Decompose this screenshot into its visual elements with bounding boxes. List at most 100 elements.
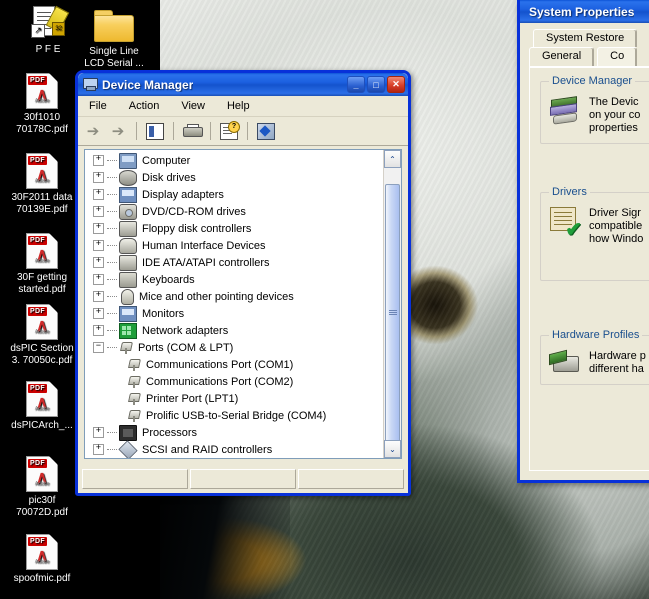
device-tree-item[interactable]: + Disk drives (85, 169, 384, 186)
tab-general[interactable]: General (529, 47, 595, 67)
expand-icon[interactable]: + (93, 206, 104, 217)
drivers-description: Driver Sigr compatible how Windo (589, 207, 644, 245)
device-tree-item-label: DVD/CD-ROM drives (142, 205, 246, 218)
toolbar-separator (136, 122, 137, 140)
scan-hardware-changes-icon[interactable] (255, 120, 277, 142)
desktop-icon-30f2011-data-70139e-pdf[interactable]: PDF ∧ Adobe 30F2011 data 70139E.pdf (2, 152, 82, 216)
pdf-icon: PDF ∧ Adobe (2, 72, 82, 110)
device-tree-item[interactable]: + Mice and other pointing devices (85, 288, 384, 305)
device-tree-item-label: Mice and other pointing devices (139, 290, 294, 303)
device-manager-titlebar[interactable]: Device Manager _ □ ✕ (78, 73, 408, 96)
device-tree-container: + Computer + Disk drives + Display adapters + D… (84, 149, 402, 459)
back-arrow-icon[interactable]: ➔ (82, 120, 104, 142)
device-tree-item[interactable]: + Keyboards (85, 271, 384, 288)
pdf-icon: PDF ∧ Adobe (2, 455, 82, 493)
desktop-icon-single-line-lcd-serial[interactable]: Single Line LCD Serial ... (74, 6, 154, 70)
device-manager-window-icon (83, 78, 98, 91)
pdf-icon: PDF ∧ Adobe (2, 380, 82, 418)
tab-row-top: System Restore (533, 29, 638, 48)
desktop-icon-30f1010-70178c-pdf[interactable]: PDF ∧ Adobe 30f1010 70178C.pdf (2, 72, 82, 136)
expand-icon[interactable]: + (93, 240, 104, 251)
minimize-button[interactable]: _ (347, 76, 365, 93)
device-manager-window[interactable]: Device Manager _ □ ✕ File Action View He… (75, 70, 411, 496)
system-properties-titlebar[interactable]: System Properties (520, 0, 649, 23)
device-tree-item[interactable]: Communications Port (COM1) (85, 356, 384, 373)
hid-icon (119, 237, 137, 254)
device-tree-item[interactable]: + Monitors (85, 305, 384, 322)
device-tree-item[interactable]: Printer Port (LPT1) (85, 390, 384, 407)
menu-action[interactable]: Action (126, 99, 163, 113)
desktop-icon-pic30f-70072d-pdf[interactable]: PDF ∧ Adobe pic30f 70072D.pdf (2, 455, 82, 519)
tab-system-restore[interactable]: System Restore (533, 29, 638, 47)
desktop-icon-label: Single Line LCD Serial ... (84, 46, 144, 69)
menu-file[interactable]: File (86, 99, 110, 113)
device-tree-item-label: Communications Port (COM1) (146, 358, 294, 371)
update-driver-icon[interactable]: ? (218, 120, 240, 142)
scrollbar-thumb[interactable] (385, 184, 400, 442)
collapse-icon[interactable]: − (93, 342, 104, 353)
expand-icon[interactable]: + (93, 189, 104, 200)
tree-connector (107, 278, 117, 281)
desktop-icon-30f-getting-started-pdf[interactable]: PDF ∧ Adobe 30F getting started.pdf (2, 232, 82, 296)
device-tree-item[interactable]: Communications Port (COM2) (85, 373, 384, 390)
device-tree-item[interactable]: + SCSI and RAID controllers (85, 439, 384, 458)
device-tree-item[interactable]: + Display adapters (85, 186, 384, 203)
desktop-icon-spoofmic-pdf[interactable]: PDF ∧ Adobe spoofmic.pdf (2, 533, 82, 585)
expand-icon[interactable]: + (93, 172, 104, 183)
device-tree-item[interactable]: + Network adapters (85, 322, 384, 339)
scroll-up-button[interactable]: ⌃ (384, 150, 401, 168)
tree-connector (107, 295, 117, 298)
expand-icon[interactable]: + (93, 291, 104, 302)
tree-connector (107, 431, 117, 434)
monitor-icon (119, 305, 137, 322)
device-tree[interactable]: + Computer + Disk drives + Display adapters + D… (85, 150, 384, 458)
tree-connector (107, 227, 117, 230)
scroll-down-button[interactable]: ⌄ (384, 440, 401, 458)
cpu-icon (119, 424, 137, 441)
maximize-button[interactable]: □ (367, 76, 385, 93)
expand-icon[interactable]: + (93, 257, 104, 268)
expand-icon[interactable]: + (93, 155, 104, 166)
properties-icon[interactable] (144, 120, 166, 142)
desktop-icon-label: 30F2011 data 70139E.pdf (11, 192, 73, 215)
menu-help[interactable]: Help (224, 99, 253, 113)
expand-icon[interactable]: + (93, 325, 104, 336)
expand-icon[interactable]: + (93, 427, 104, 438)
desktop-icon-label: pic30f 70072D.pdf (16, 495, 68, 518)
forward-arrow-icon[interactable]: ➔ (107, 120, 129, 142)
desktop-icon-dspic-section-3-70050c-pdf[interactable]: PDF ∧ Adobe dsPIC Section 3. 70050c.pdf (2, 303, 82, 367)
expand-icon[interactable]: + (93, 308, 104, 319)
device-manager-toolbar: ➔ ➔ ? (78, 117, 408, 146)
hardware-profiles-icon (549, 349, 581, 376)
system-properties-window[interactable]: System Properties System Restore General… (517, 0, 649, 483)
device-manager-description: The Devic on your co properties (589, 96, 641, 134)
dvd-icon (119, 203, 137, 220)
expand-icon[interactable]: + (93, 274, 104, 285)
device-tree-item[interactable]: + Floppy disk controllers (85, 220, 384, 237)
tab-row-bottom: General Co (529, 47, 638, 67)
device-tree-item[interactable]: Prolific USB-to-Serial Bridge (COM4) (85, 407, 384, 424)
scsi-icon (118, 439, 138, 458)
display-icon (119, 186, 137, 203)
close-button[interactable]: ✕ (387, 76, 405, 93)
tree-connector (107, 312, 117, 315)
desktop-icon-dspicarch-pdf[interactable]: PDF ∧ Adobe dsPICArch_... (2, 380, 82, 432)
device-tree-item[interactable]: − Ports (COM & LPT) (85, 339, 384, 356)
device-tree-item[interactable]: + DVD/CD-ROM drives (85, 203, 384, 220)
tab-hardware[interactable]: Co (597, 47, 638, 67)
device-tree-item[interactable]: + Computer (85, 152, 384, 169)
tree-connector (107, 448, 117, 451)
tree-connector (107, 193, 117, 196)
device-tree-item-label: Ports (COM & LPT) (138, 341, 234, 354)
desktop-icon-label: spoofmic.pdf (13, 573, 71, 584)
device-tree-item-label: IDE ATA/ATAPI controllers (142, 256, 270, 269)
vertical-scrollbar[interactable]: ⌃ ⌄ (383, 150, 401, 458)
expand-icon[interactable]: + (93, 444, 104, 455)
print-icon[interactable] (181, 120, 203, 142)
device-tree-item[interactable]: + Processors (85, 424, 384, 441)
device-tree-item[interactable]: + IDE ATA/ATAPI controllers (85, 254, 384, 271)
expand-icon[interactable]: + (93, 223, 104, 234)
menu-view[interactable]: View (178, 99, 208, 113)
status-pane-2 (190, 469, 296, 489)
device-tree-item[interactable]: + Human Interface Devices (85, 237, 384, 254)
